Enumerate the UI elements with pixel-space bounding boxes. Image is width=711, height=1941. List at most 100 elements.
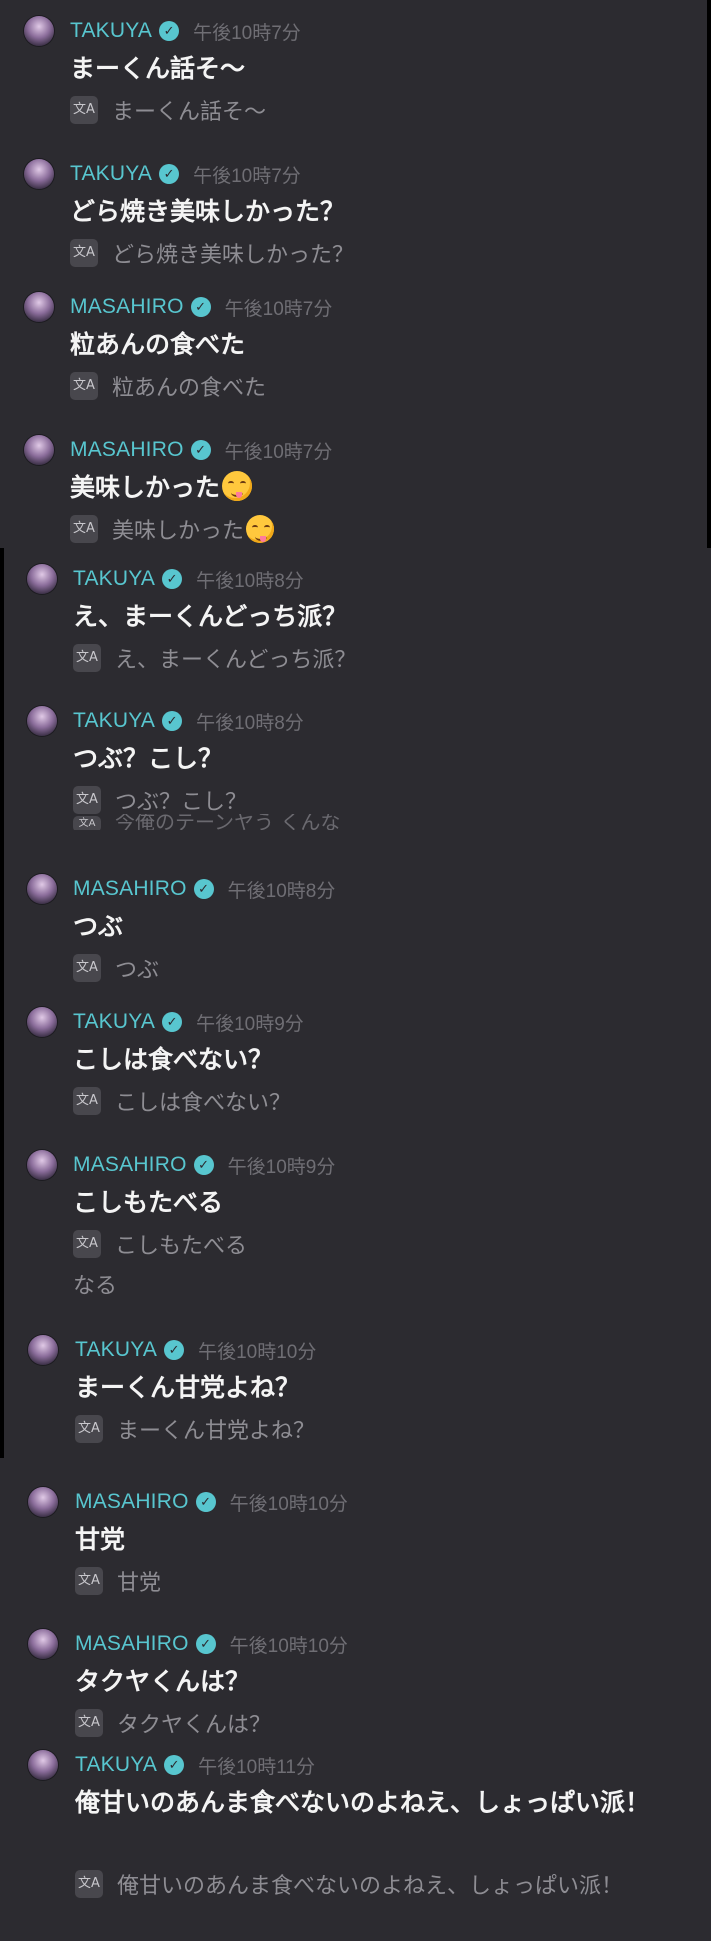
avatar[interactable] (27, 564, 57, 594)
username[interactable]: TAKUYA (75, 1338, 157, 1362)
translation-row: 文A 甘党 (75, 1565, 695, 1603)
message-text: こしもたべる (73, 1188, 224, 1217)
translation-row: 文A 美味しかった (70, 513, 690, 551)
timestamp: 午後10時7分 (193, 165, 301, 187)
translate-icon[interactable]: 文A (73, 644, 101, 672)
translation-text: つぶ (115, 958, 160, 983)
timestamp: 午後10時9分 (196, 1013, 304, 1035)
translation-row: 文A 俺甘いのあんま食べないのよねえ、しょっぱい派！ (75, 1868, 675, 1906)
cut-off-text: 文A 今俺のテーンヤう くんな (73, 814, 340, 830)
verified-badge-icon: ✓ (164, 1340, 185, 1360)
translation-row: 文A こしもたべる (73, 1228, 693, 1266)
translation-row: 文A 粒あんの食べた (70, 370, 690, 408)
avatar[interactable] (27, 706, 57, 736)
translation-row: 文A どら焼き美味しかった？ (70, 237, 690, 275)
avatar[interactable] (28, 1750, 58, 1780)
verified-badge-icon: ✓ (190, 297, 211, 317)
username[interactable]: TAKUYA (73, 567, 155, 591)
verified-badge-icon: ✓ (162, 569, 183, 589)
username[interactable]: TAKUYA (70, 162, 152, 186)
translation-row: 文A まーくん甘党よね？ (75, 1413, 695, 1451)
avatar[interactable] (27, 1007, 57, 1037)
translate-icon: 文A (73, 815, 101, 830)
translate-icon[interactable]: 文A (70, 372, 98, 400)
message-text: こしは食べない？ (73, 1045, 274, 1074)
username[interactable]: MASAHIRO (70, 438, 184, 462)
avatar[interactable] (28, 1629, 58, 1659)
message-text: 美味しかった (70, 469, 690, 507)
translation-text: どら焼き美味しかった？ (112, 243, 355, 268)
translation-text: 粒あんの食べた (112, 376, 267, 401)
avatar[interactable] (28, 1487, 58, 1517)
translate-icon[interactable]: 文A (75, 1415, 103, 1443)
avatar[interactable] (28, 1335, 58, 1365)
timestamp: 午後10時8分 (196, 570, 304, 592)
username[interactable]: TAKUYA (73, 1010, 155, 1034)
translation-row: 文A まーくん話そ〜 (70, 94, 690, 132)
translate-icon[interactable]: 文A (73, 954, 101, 982)
message-text: タクヤくんは？ (75, 1667, 251, 1696)
translation-text: え、まーくんどっち派？ (115, 648, 357, 673)
timestamp: 午後10時10分 (198, 1341, 317, 1363)
translation-text: まーくん話そ〜 (112, 100, 267, 125)
timestamp: 午後10時7分 (224, 441, 333, 463)
verified-badge-icon: ✓ (164, 1755, 185, 1775)
translate-icon[interactable]: 文A (73, 786, 101, 814)
verified-badge-icon: ✓ (193, 1155, 214, 1175)
translation-row: 文A え、まーくんどっち派？ (73, 642, 693, 680)
translation-text: タクヤくんは？ (117, 1713, 272, 1738)
verified-badge-icon: ✓ (159, 164, 180, 184)
translate-icon[interactable]: 文A (75, 1709, 103, 1737)
stray-text: なる (73, 1274, 118, 1299)
yum-emoji-icon (222, 471, 253, 501)
timestamp: 午後10時11分 (198, 1756, 315, 1778)
username[interactable]: TAKUYA (70, 19, 152, 43)
timestamp: 午後10時10分 (229, 1493, 348, 1515)
translate-icon[interactable]: 文A (75, 1567, 103, 1595)
avatar[interactable] (27, 874, 57, 904)
message-text: どら焼き美味しかった？ (70, 197, 346, 226)
avatar[interactable] (24, 159, 54, 189)
username[interactable]: MASAHIRO (75, 1632, 189, 1656)
translation-text: こしもたべる (115, 1234, 248, 1259)
avatar[interactable] (24, 292, 54, 322)
username[interactable]: MASAHIRO (70, 295, 184, 319)
verified-badge-icon: ✓ (193, 879, 214, 899)
translation-text: 美味しかった (112, 519, 245, 544)
translation-row: 文A つぶ (73, 952, 693, 990)
message-text: 俺甘いのあんま食べないのよねえ、しょっぱい派！ (75, 1788, 651, 1817)
timestamp: 午後10時9分 (227, 1156, 336, 1178)
translate-icon[interactable]: 文A (70, 239, 98, 267)
verified-badge-icon: ✓ (162, 1012, 183, 1032)
translation-row: 文A タクヤくんは？ (75, 1707, 695, 1745)
username[interactable]: MASAHIRO (73, 1153, 187, 1177)
translate-icon[interactable]: 文A (73, 1230, 101, 1258)
verified-badge-icon: ✓ (159, 21, 180, 41)
translation-text: つぶ？こし？ (115, 790, 248, 815)
message-text: え、まーくんどっち派？ (73, 602, 348, 631)
timestamp: 午後10時7分 (193, 22, 301, 44)
timestamp: 午後10時10分 (229, 1635, 348, 1657)
timestamp: 午後10時8分 (227, 880, 336, 902)
avatar[interactable] (24, 435, 54, 465)
translation-row: 文A こしは食べない？ (73, 1085, 693, 1123)
translation-text: 甘党 (117, 1571, 162, 1596)
translate-icon[interactable]: 文A (70, 515, 98, 543)
username[interactable]: TAKUYA (75, 1753, 157, 1777)
timestamp: 午後10時7分 (224, 298, 333, 320)
translate-icon[interactable]: 文A (75, 1870, 103, 1898)
yum-emoji-icon (246, 515, 275, 543)
message-text: まーくん甘党よね？ (75, 1373, 301, 1402)
verified-badge-icon: ✓ (195, 1634, 216, 1654)
translate-icon[interactable]: 文A (70, 96, 98, 124)
translation-text: まーくん甘党よね？ (117, 1419, 316, 1444)
username[interactable]: MASAHIRO (73, 877, 187, 901)
avatar[interactable] (24, 16, 54, 46)
translate-icon[interactable]: 文A (73, 1087, 101, 1115)
timestamp: 午後10時8分 (196, 712, 304, 734)
username[interactable]: TAKUYA (73, 709, 155, 733)
message-text: つぶ？こし？ (73, 744, 224, 773)
username[interactable]: MASAHIRO (75, 1490, 189, 1514)
verified-badge-icon: ✓ (190, 440, 211, 460)
avatar[interactable] (27, 1150, 57, 1180)
